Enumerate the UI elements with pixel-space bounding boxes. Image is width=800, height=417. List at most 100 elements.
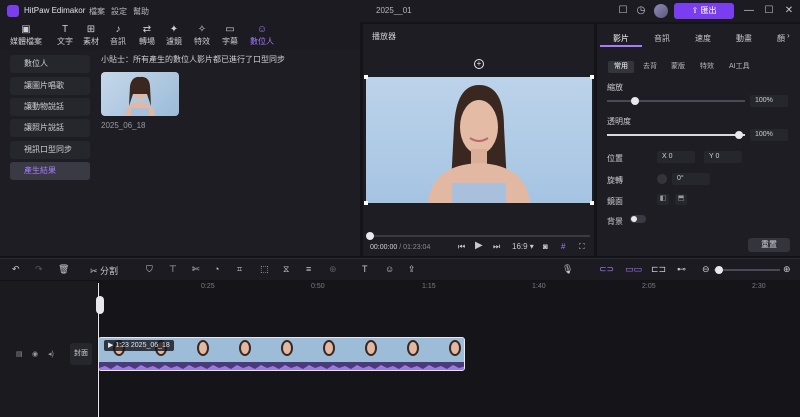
timecode: 00:00:00 / 01:23:04 [370, 244, 431, 251]
chain-icon[interactable]: ⊏⊐ [651, 264, 666, 275]
subtab-ai-tools[interactable]: AI工具 [723, 61, 756, 73]
crop-handle[interactable] [590, 201, 594, 205]
eye-icon[interactable]: ◉ [32, 350, 38, 358]
sidebar-item-sing[interactable]: 讓圖片唱歌 [10, 77, 90, 95]
subtab-remove-bg[interactable]: 去背 [637, 61, 663, 73]
chevron-right-icon[interactable]: › [787, 31, 790, 40]
position-x-field[interactable]: X 0 [657, 151, 695, 163]
cut-icon[interactable]: ✄ [192, 264, 200, 275]
microphone-icon[interactable]: 🎙 [562, 264, 573, 275]
tip-text: 小貼士：所有產生的數位人影片都已進行了口型同步 [101, 55, 285, 64]
background-toggle[interactable] [630, 215, 646, 223]
scale-label: 縮放 [607, 83, 623, 92]
subtab-common[interactable]: 常用 [608, 61, 634, 73]
history-icon[interactable]: ◷ [634, 4, 648, 18]
tab-color[interactable]: 顏 [777, 33, 785, 44]
track-layer-icon[interactable]: ▤ [16, 350, 23, 358]
tab-video[interactable]: 影片 [613, 33, 629, 44]
face-icon[interactable]: ☺ [385, 264, 394, 274]
crop-handle[interactable] [590, 75, 594, 79]
fit-icon[interactable]: ⊷ [677, 264, 686, 275]
zoom-knob[interactable] [715, 266, 723, 274]
sidebar-item-lipsync[interactable]: 視訊口型同步 [10, 141, 90, 159]
speaker-icon[interactable]: ◂) [48, 350, 54, 358]
seek-bar[interactable] [370, 235, 590, 237]
feedback-icon[interactable]: ☐ [616, 4, 630, 18]
redo-icon[interactable]: ↷ [35, 264, 43, 275]
text-insert-icon[interactable]: T [362, 264, 368, 274]
background-label: 背景 [607, 217, 623, 226]
tab-speed[interactable]: 速度 [695, 33, 711, 44]
aspect-ratio-select[interactable]: 16:9 ▾ [512, 242, 534, 251]
seek-knob[interactable] [366, 232, 374, 240]
shield-icon[interactable]: ⛉ [146, 264, 153, 275]
export-frame-icon[interactable]: ⇪ [408, 264, 416, 275]
text-box-icon[interactable]: ⊤ [169, 264, 177, 275]
mirror-label: 鏡面 [607, 197, 623, 206]
export-button[interactable]: ⇪ 匯出 [674, 3, 734, 19]
mirror-icon[interactable]: ⧖ [283, 264, 289, 275]
menu-help[interactable]: 幫助 [133, 6, 149, 17]
fullscreen-icon[interactable]: ⛶ [579, 242, 585, 252]
tool-digital-human[interactable]: ☺ 數位人 [244, 24, 280, 48]
menu-settings[interactable]: 設定 [111, 6, 127, 17]
opacity-slider[interactable] [607, 134, 745, 136]
play-icon[interactable]: ▶ [475, 240, 483, 251]
sidebar-item-animal[interactable]: 讓動物說話 [10, 98, 90, 116]
snapshot-icon[interactable]: ◙ [543, 242, 548, 251]
crop-icon[interactable]: ⌗ [237, 264, 242, 275]
target-icon[interactable]: ⊕ [329, 264, 337, 275]
position-y-field[interactable]: Y 0 [704, 151, 742, 163]
prev-frame-icon[interactable]: ⏮ [458, 242, 465, 252]
flip-vertical-icon[interactable]: ⬒ [675, 194, 687, 205]
scale-slider[interactable] [607, 100, 745, 102]
minimize-icon[interactable]: — [742, 4, 756, 18]
rotate-field[interactable]: 0° [672, 173, 710, 185]
grid-icon[interactable]: # [561, 242, 565, 251]
zoom-out-icon[interactable]: ⊖ [702, 264, 710, 275]
split-button[interactable]: ✂ 分割 [90, 264, 118, 277]
delete-icon[interactable]: 🗑 [58, 264, 69, 275]
zoom-slider[interactable] [714, 269, 780, 271]
speed-icon[interactable]: ◔ [214, 264, 219, 274]
crop-handle[interactable] [364, 201, 368, 205]
tab-audio[interactable]: 音訊 [654, 33, 670, 44]
maximize-icon[interactable]: ☐ [762, 4, 776, 18]
sidebar-item-photo[interactable]: 讓照片說話 [10, 119, 90, 137]
crop-handle[interactable] [364, 75, 368, 79]
sidebar-item-results[interactable]: 產生結果 [10, 162, 90, 180]
next-frame-icon[interactable]: ⏭ [493, 242, 500, 252]
project-title: 2025__01 [376, 6, 412, 15]
clip-label: ▶ 1:23 2025_06_18 [104, 340, 174, 351]
tab-animation[interactable]: 動畫 [736, 33, 752, 44]
magnet-icon[interactable]: ⊂⊃ [599, 264, 614, 275]
rotate-dial-icon[interactable] [657, 174, 667, 184]
sidebar-item-digital-human[interactable]: 數位人 [10, 55, 90, 73]
align-icon[interactable]: ≡ [306, 264, 311, 274]
avatar[interactable] [654, 4, 668, 18]
close-icon[interactable]: ✕ [782, 4, 796, 18]
subtab-mask[interactable]: 蒙版 [665, 61, 691, 73]
video-preview[interactable] [366, 77, 592, 203]
result-thumbnail[interactable] [101, 72, 179, 116]
rotate-handle-icon[interactable]: + [474, 59, 484, 69]
opacity-knob[interactable] [735, 131, 743, 139]
thumbnail-date: 2025_06_18 [101, 121, 146, 130]
subtab-effects[interactable]: 特效 [694, 61, 720, 73]
link-icon[interactable]: ▭▭ [625, 264, 642, 275]
scale-value[interactable]: 100% [750, 95, 788, 107]
undo-icon[interactable]: ↶ [12, 264, 20, 275]
zoom-in-icon[interactable]: ⊕ [783, 264, 791, 275]
player-title: 播放器 [372, 32, 396, 41]
media-icon: ▣ [21, 24, 31, 35]
opacity-value[interactable]: 100% [750, 129, 788, 141]
scale-knob[interactable] [631, 97, 639, 105]
tool-subtitle[interactable]: ▭ 字幕 [212, 24, 248, 48]
flip-horizontal-icon[interactable]: ◧ [657, 194, 669, 205]
cover-button[interactable]: 封面 [70, 343, 92, 365]
time-tick: 2:30 [752, 283, 766, 290]
menu-file[interactable]: 檔案 [89, 6, 105, 17]
transform-icon[interactable]: ⬚ [260, 264, 269, 275]
tool-media[interactable]: ▣ 媒體檔案 [8, 24, 44, 48]
reset-button[interactable]: 重置 [748, 238, 790, 252]
